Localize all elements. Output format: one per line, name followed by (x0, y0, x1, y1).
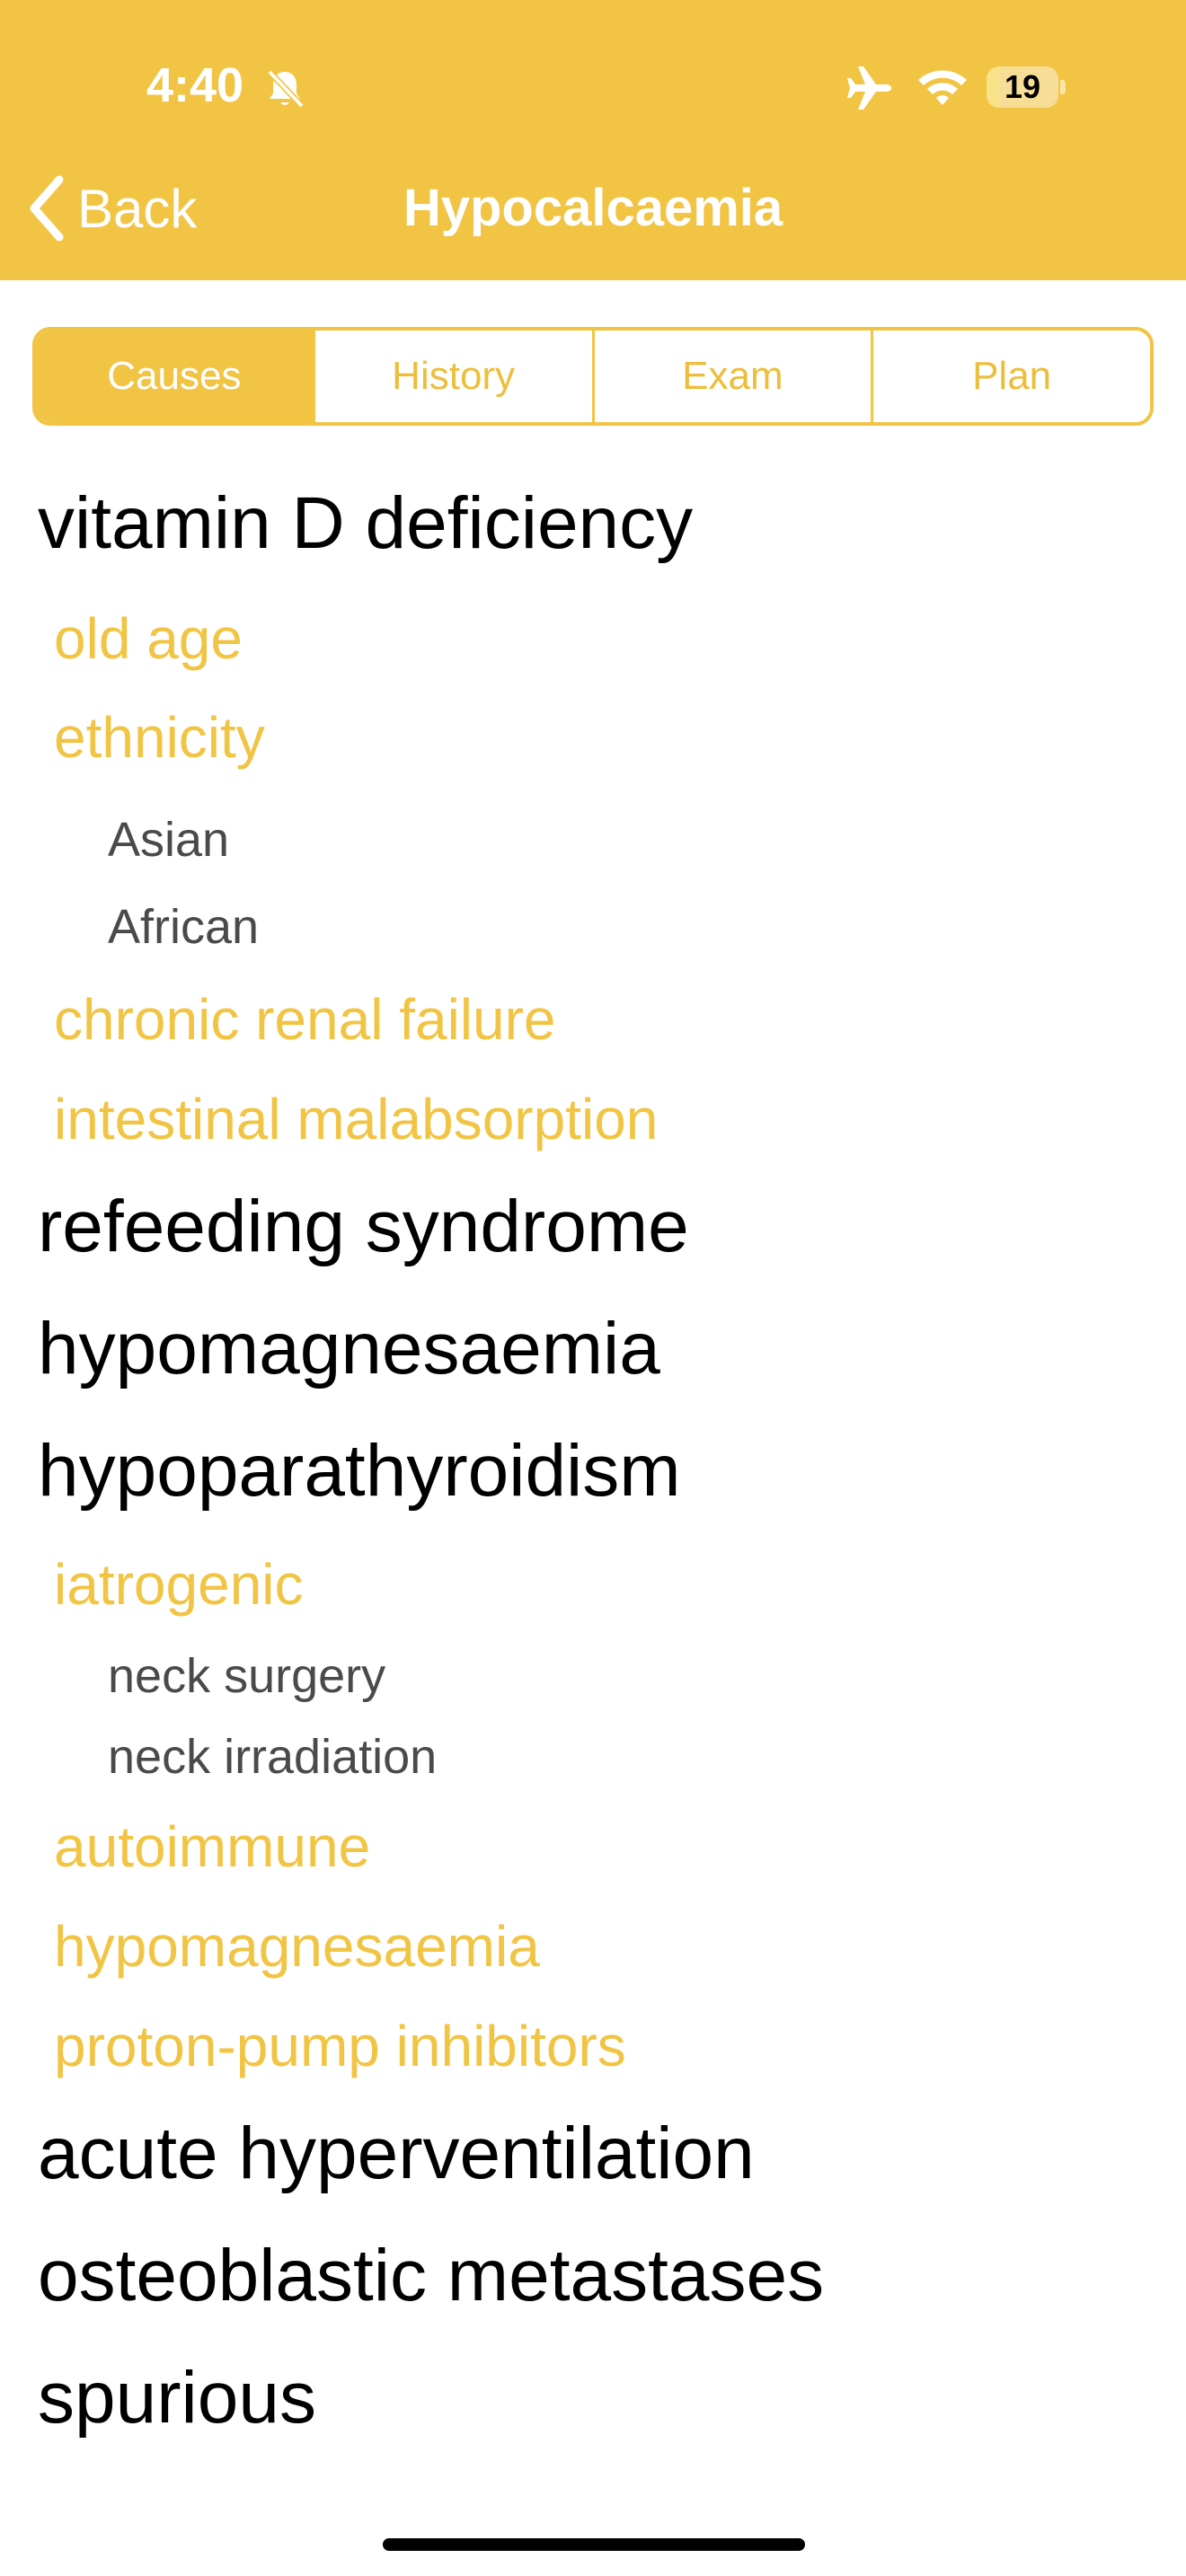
back-button[interactable]: Back (25, 171, 223, 246)
tab-exam[interactable]: Exam (595, 331, 874, 422)
tab-causes[interactable]: Causes (36, 331, 315, 422)
airplane-icon (847, 66, 891, 110)
list-item: chronic renal failure (54, 987, 556, 1052)
list-item: old age (54, 606, 243, 671)
list-item: spurious (38, 2357, 316, 2439)
bell-slash-icon (267, 69, 305, 109)
status-time: 4:40 (146, 58, 244, 112)
list-item: African (108, 900, 260, 954)
list-item: acute hyperventilation (38, 2113, 755, 2194)
tab-history[interactable]: History (315, 331, 595, 422)
home-indicator (383, 2538, 805, 2551)
wifi-icon (918, 70, 967, 105)
page-title: Hypocalcaemia (403, 179, 783, 237)
list-item: Asian (108, 813, 230, 867)
list-item: ethnicity (54, 705, 265, 770)
list-item: autoimmune (54, 1814, 371, 1879)
section-tabs: Causes History Exam Plan (32, 327, 1154, 426)
list-item: neck surgery (108, 1649, 386, 1703)
tab-plan[interactable]: Plan (873, 331, 1150, 422)
back-label: Back (77, 178, 198, 239)
list-item: osteoblastic metastases (38, 2235, 825, 2316)
list-item: proton-pump inhibitors (54, 2014, 626, 2078)
battery-indicator: 19 (987, 66, 1066, 108)
chevron-left-icon (30, 175, 64, 242)
list-item: refeeding syndrome (38, 1186, 689, 1267)
list-item: hypomagnesaemia (38, 1308, 660, 1389)
battery-nub (1060, 80, 1066, 94)
list-item: hypoparathyroidism (38, 1430, 681, 1512)
battery-percentage: 19 (1004, 68, 1041, 105)
navigation-header: 4:40 19 Back Hypocalcaemia (0, 0, 1186, 280)
list-item: vitamin D deficiency (38, 482, 694, 564)
list-item: neck irradiation (108, 1730, 438, 1784)
list-item: intestinal malabsorption (54, 1087, 659, 1151)
list-item: iatrogenic (54, 1552, 304, 1617)
list-item: hypomagnesaemia (54, 1914, 540, 1979)
battery-icon: 19 (987, 66, 1058, 108)
